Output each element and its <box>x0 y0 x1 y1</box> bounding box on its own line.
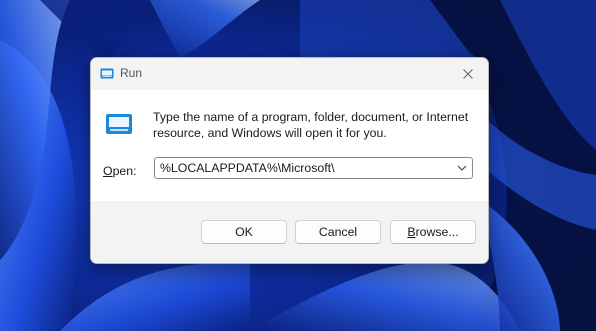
chevron-down-icon[interactable] <box>456 163 468 173</box>
open-label-text: pen: <box>112 164 137 178</box>
open-label: Open: <box>103 164 137 178</box>
run-dialog: Run Type the name of a program, folder, … <box>90 57 489 264</box>
browse-accelerator: B <box>407 225 416 239</box>
browse-label: rowse... <box>415 225 459 239</box>
ok-button[interactable]: OK <box>201 220 287 244</box>
cancel-button[interactable]: Cancel <box>295 220 381 244</box>
description-text: Type the name of a program, folder, docu… <box>153 110 469 140</box>
open-combobox[interactable] <box>154 157 473 179</box>
dialog-content: Type the name of a program, folder, docu… <box>91 90 488 201</box>
close-button[interactable] <box>448 58 488 90</box>
close-icon <box>463 69 473 79</box>
run-icon <box>100 68 114 79</box>
run-icon <box>106 114 132 134</box>
open-label-accelerator: O <box>103 164 113 178</box>
browse-button[interactable]: Browse... <box>390 220 476 244</box>
title-bar[interactable]: Run <box>91 58 488 90</box>
dialog-footer: OK Cancel Browse... <box>91 201 488 263</box>
open-input[interactable] <box>160 161 450 175</box>
window-title: Run <box>120 66 143 80</box>
